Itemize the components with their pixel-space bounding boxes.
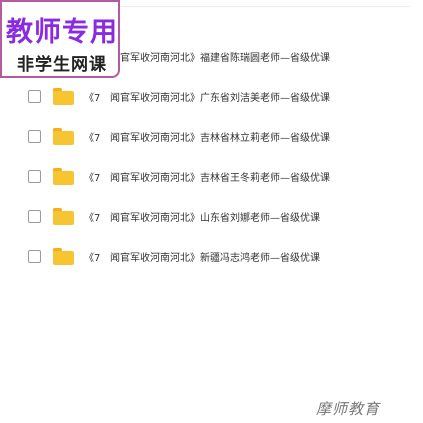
folder-icon bbox=[53, 167, 74, 185]
list-item[interactable]: 《7 闻官军收河南河北》吉林省王冬莉老师—省级优课 bbox=[28, 164, 418, 188]
list-item[interactable]: 《7 闻官军收河南河北》广东省刘洁美老师—省级优课 bbox=[28, 84, 418, 108]
stamp-title: 教师专用 bbox=[6, 17, 118, 48]
folder-icon bbox=[53, 207, 74, 225]
folder-icon bbox=[53, 87, 74, 105]
file-name[interactable]: 《7 闻官军收河南河北》广东省刘洁美老师—省级优课 bbox=[84, 89, 330, 104]
file-name[interactable]: 《7 闻官军收河南河北》吉林省林立莉老师—省级优课 bbox=[84, 129, 330, 144]
row-checkbox[interactable] bbox=[28, 129, 41, 143]
folder-icon bbox=[53, 247, 74, 265]
list-item[interactable]: 《7 闻官军收河南河北》山东省刘娜老师—省级优课 bbox=[28, 204, 418, 228]
stamp-subtitle: 非学生网课 bbox=[17, 55, 107, 75]
list-item[interactable]: 《7 闻官军收河南河北》新疆冯志鸿老师—省级优课 bbox=[28, 244, 418, 268]
row-checkbox[interactable] bbox=[28, 249, 41, 263]
watermark-text: 摩师教育 bbox=[316, 400, 381, 418]
folder-icon bbox=[53, 127, 74, 145]
list-item[interactable]: 《7 闻官军收河南河北》吉林省林立莉老师—省级优课 bbox=[28, 124, 418, 148]
list-top-divider bbox=[120, 6, 410, 7]
row-checkbox[interactable] bbox=[28, 209, 41, 223]
file-name[interactable]: 《7闻官军收河南河北》福建省陈瑞圆老师—省级优课 bbox=[84, 49, 330, 64]
file-name[interactable]: 《7 闻官军收河南河北》山东省刘娜老师—省级优课 bbox=[84, 209, 320, 224]
row-checkbox[interactable] bbox=[28, 89, 41, 103]
file-name[interactable]: 《7 闻官军收河南河北》吉林省王冬莉老师—省级优课 bbox=[84, 169, 330, 184]
row-checkbox[interactable] bbox=[28, 169, 41, 183]
teacher-only-stamp: 教师专用 非学生网课 bbox=[0, 0, 120, 78]
file-name[interactable]: 《7 闻官军收河南河北》新疆冯志鸿老师—省级优课 bbox=[84, 249, 320, 264]
